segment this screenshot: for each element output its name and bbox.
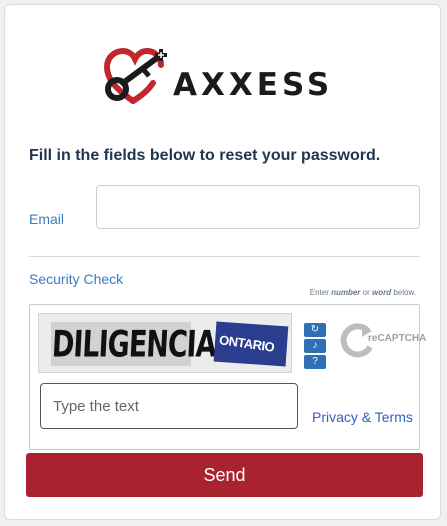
- captcha-widget: DILIGENCIAS ONTARIO ↻ ♪ ? reCAPTCHA Priv…: [29, 304, 426, 450]
- security-check-label: Security Check: [29, 271, 124, 287]
- captcha-word-1: DILIGENCIAS: [50, 324, 236, 366]
- key-heart-logo-icon: [103, 47, 167, 104]
- divider: [29, 256, 420, 257]
- axxess-logo: AXXESS: [103, 43, 363, 113]
- refresh-icon[interactable]: ↻: [304, 323, 326, 337]
- captcha-image: DILIGENCIAS ONTARIO: [38, 313, 292, 373]
- email-label: Email: [29, 211, 65, 227]
- captcha-text-input[interactable]: [40, 383, 298, 429]
- reset-password-card: AXXESS Fill in the fields below to reset…: [4, 4, 441, 520]
- privacy-terms-link[interactable]: Privacy & Terms: [312, 409, 413, 425]
- brand-name: AXXESS: [173, 67, 334, 103]
- help-icon[interactable]: ?: [304, 355, 326, 369]
- send-button[interactable]: Send: [26, 453, 423, 497]
- recaptcha-logo-text: reCAPTCHA: [368, 333, 427, 344]
- recaptcha-logo-icon: reCAPTCHA: [340, 321, 426, 361]
- email-field[interactable]: [96, 185, 420, 229]
- captcha-hint: Enter number or word below.: [309, 288, 416, 297]
- page-instruction: Fill in the fields below to reset your p…: [29, 147, 381, 164]
- audio-icon[interactable]: ♪: [304, 339, 326, 353]
